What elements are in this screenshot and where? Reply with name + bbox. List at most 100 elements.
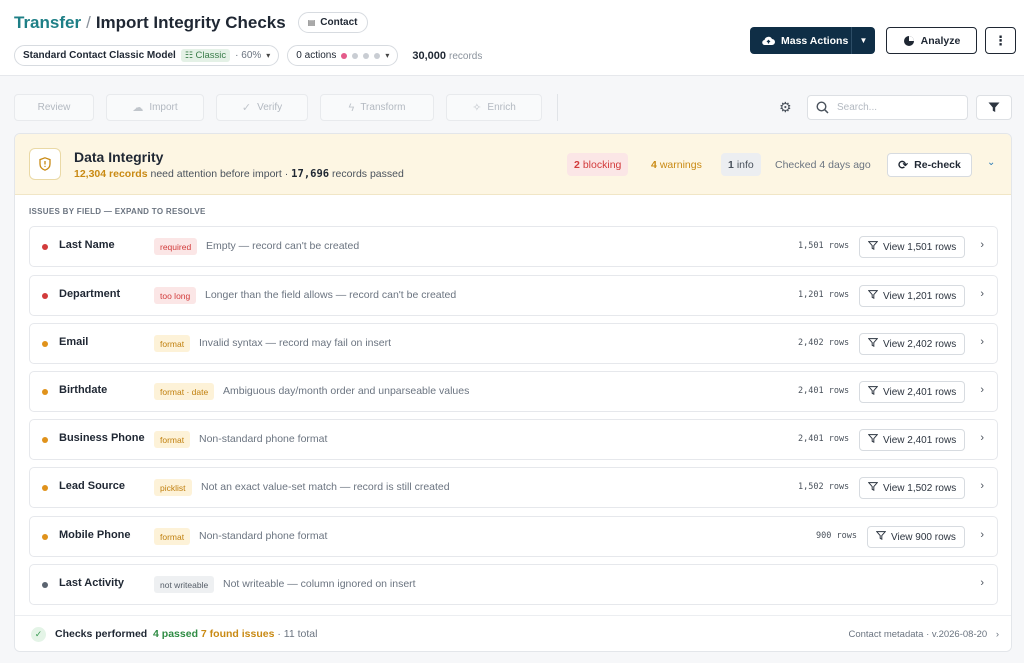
records-count: 30,000 records: [412, 50, 482, 62]
integrity-banner: Data Integrity 12,304 records need atten…: [15, 134, 1011, 195]
issue-field-name: Mobile Phone: [59, 529, 131, 541]
lightning-icon: ϟ: [348, 101, 355, 114]
issue-description: Non-standard phone format: [199, 530, 328, 542]
issue-row-count: 2,401 rows: [798, 386, 850, 396]
issue-row[interactable]: Last Activity not writeable Not writeable …: [29, 564, 998, 605]
more-options-button[interactable]: ⋮: [985, 27, 1016, 54]
cloud-icon: ☁: [132, 102, 144, 114]
model-tag: ☷ Classic: [180, 49, 231, 62]
view-rows-label: View 900 rows: [891, 531, 956, 543]
view-rows-button[interactable]: View 2,401 rows: [859, 429, 966, 451]
sparkle-icon: ✧: [472, 102, 482, 114]
chevron-right-icon[interactable]: ›: [980, 432, 984, 444]
issue-tag: format: [154, 431, 191, 448]
filter-icon: [867, 241, 879, 253]
issue-description: Not writeable — column ignored on insert: [223, 578, 416, 590]
severity-dot: [42, 341, 48, 347]
records-number: 30,000: [412, 49, 446, 62]
issue-row-count: 1,502 rows: [798, 482, 850, 492]
issue-row-count: 1,201 rows: [798, 290, 850, 300]
blocking-count: 2: [574, 158, 580, 171]
kebab-icon: ⋮: [994, 32, 1007, 48]
model-percent: · 60%: [235, 50, 262, 61]
shield-icon: [29, 148, 61, 180]
view-rows-button[interactable]: View 1,201 rows: [859, 285, 966, 307]
view-rows-button[interactable]: View 1,501 rows: [859, 236, 966, 258]
actions-label: 0 actions: [296, 50, 337, 61]
chevron-right-icon[interactable]: ›: [980, 577, 984, 589]
attention-text: need attention before import ·: [150, 168, 289, 180]
view-rows-label: View 1,502 rows: [883, 482, 957, 494]
actions-selector[interactable]: 0 actions ▾: [287, 45, 399, 66]
breadcrumb-transfer[interactable]: Transfer: [14, 13, 81, 33]
warnings-badge[interactable]: 4 warnings: [644, 153, 709, 176]
breadcrumb-separator: /: [86, 12, 91, 32]
issues-heading: ISSUES BY FIELD — EXPAND TO RESOLVE: [29, 207, 206, 216]
caret-down-icon: ▼: [859, 36, 868, 45]
status-dot-gray: [374, 52, 381, 59]
metadata-version[interactable]: Contact metadata · v.2026-08-20 ›: [848, 629, 999, 640]
chevron-down-icon[interactable]: ⌄: [987, 157, 995, 168]
step-verify[interactable]: ✓ Verify: [216, 94, 308, 121]
page-title: Transfer / Import Integrity Checks ▤ Con…: [14, 12, 368, 33]
mass-actions-dropdown[interactable]: ▼: [851, 27, 875, 54]
status-dot-gray: [352, 52, 359, 59]
issue-row[interactable]: Mobile Phone format Non-standard phone for…: [29, 516, 998, 557]
step-enrich[interactable]: ✧ Enrich: [446, 94, 542, 121]
chevron-right-icon[interactable]: ›: [980, 480, 984, 492]
gear-icon[interactable]: ⚙: [779, 99, 792, 116]
issue-row[interactable]: Lead Source picklist Not an exact value-se…: [29, 467, 998, 508]
chevron-right-icon[interactable]: ›: [980, 336, 984, 348]
status-dot-gray: [363, 52, 370, 59]
view-rows-label: View 2,401 rows: [883, 386, 957, 398]
issue-field-name: Last Name: [59, 239, 115, 251]
chevron-right-icon[interactable]: ›: [980, 288, 984, 300]
severity-dot: [42, 389, 48, 395]
severity-dot: [42, 293, 48, 299]
chevron-right-icon[interactable]: ›: [980, 384, 984, 396]
view-rows-button[interactable]: View 2,402 rows: [859, 333, 966, 355]
records-label: records: [449, 50, 483, 62]
recheck-button[interactable]: ⟳ Re-check: [887, 153, 972, 177]
step-review[interactable]: Review: [14, 94, 94, 121]
view-rows-button[interactable]: View 2,401 rows: [859, 381, 966, 403]
meta-row: Standard Contact Classic Model ☷ Classic…: [14, 45, 482, 66]
issue-row[interactable]: Business Phone format Non-standard phone f…: [29, 419, 998, 460]
issue-tag: format: [154, 528, 191, 545]
check-icon: ✓: [31, 627, 46, 642]
issue-row[interactable]: Department too long Longer than the field …: [29, 275, 998, 316]
issue-description: Invalid syntax — record may fail on inse…: [199, 337, 391, 349]
issue-row[interactable]: Last Name required Empty — record can't be…: [29, 226, 998, 267]
chevron-down-icon: ▾: [266, 51, 271, 60]
step-transform[interactable]: ϟ Transform: [320, 94, 434, 121]
issue-tag: not writeable: [154, 576, 215, 593]
issue-description: Empty — record can't be created: [206, 240, 360, 252]
search-input[interactable]: Search...: [807, 95, 968, 120]
step-label: Import: [149, 102, 178, 113]
step-import[interactable]: ☁ Import: [106, 94, 204, 121]
recheck-label: Re-check: [914, 159, 961, 171]
checks-label: Checks performed: [55, 628, 148, 640]
issue-row[interactable]: Birthdate format · date Ambiguous day/mont…: [29, 371, 998, 412]
checks-total: · 11 total: [277, 628, 318, 640]
severity-dot: [42, 485, 48, 491]
entity-chip[interactable]: ▤ Contact: [297, 12, 368, 33]
toolbar-divider: [557, 94, 558, 121]
warnings-label: warnings: [659, 158, 702, 171]
view-rows-button[interactable]: View 1,502 rows: [859, 477, 966, 499]
info-badge[interactable]: 1 info: [721, 153, 761, 176]
issue-field-name: Business Phone: [59, 432, 145, 444]
chevron-right-icon[interactable]: ›: [980, 239, 984, 251]
issue-row[interactable]: Email format Invalid syntax — record may f…: [29, 323, 998, 364]
blocking-badge[interactable]: 2 blocking: [567, 153, 629, 176]
model-selector[interactable]: Standard Contact Classic Model ☷ Classic…: [14, 45, 280, 66]
mass-actions-button[interactable]: Mass Actions ▼: [750, 27, 875, 54]
check-circle-icon: ✓: [241, 102, 252, 114]
analyze-button[interactable]: Analyze: [886, 27, 977, 54]
view-rows-button[interactable]: View 900 rows: [867, 526, 965, 548]
page-title-text: Import Integrity Checks: [95, 12, 286, 32]
chevron-right-icon[interactable]: ›: [980, 529, 984, 541]
filter-button[interactable]: [976, 95, 1012, 120]
issue-tag: format · date: [154, 383, 215, 400]
step-label: Transform: [360, 102, 406, 113]
